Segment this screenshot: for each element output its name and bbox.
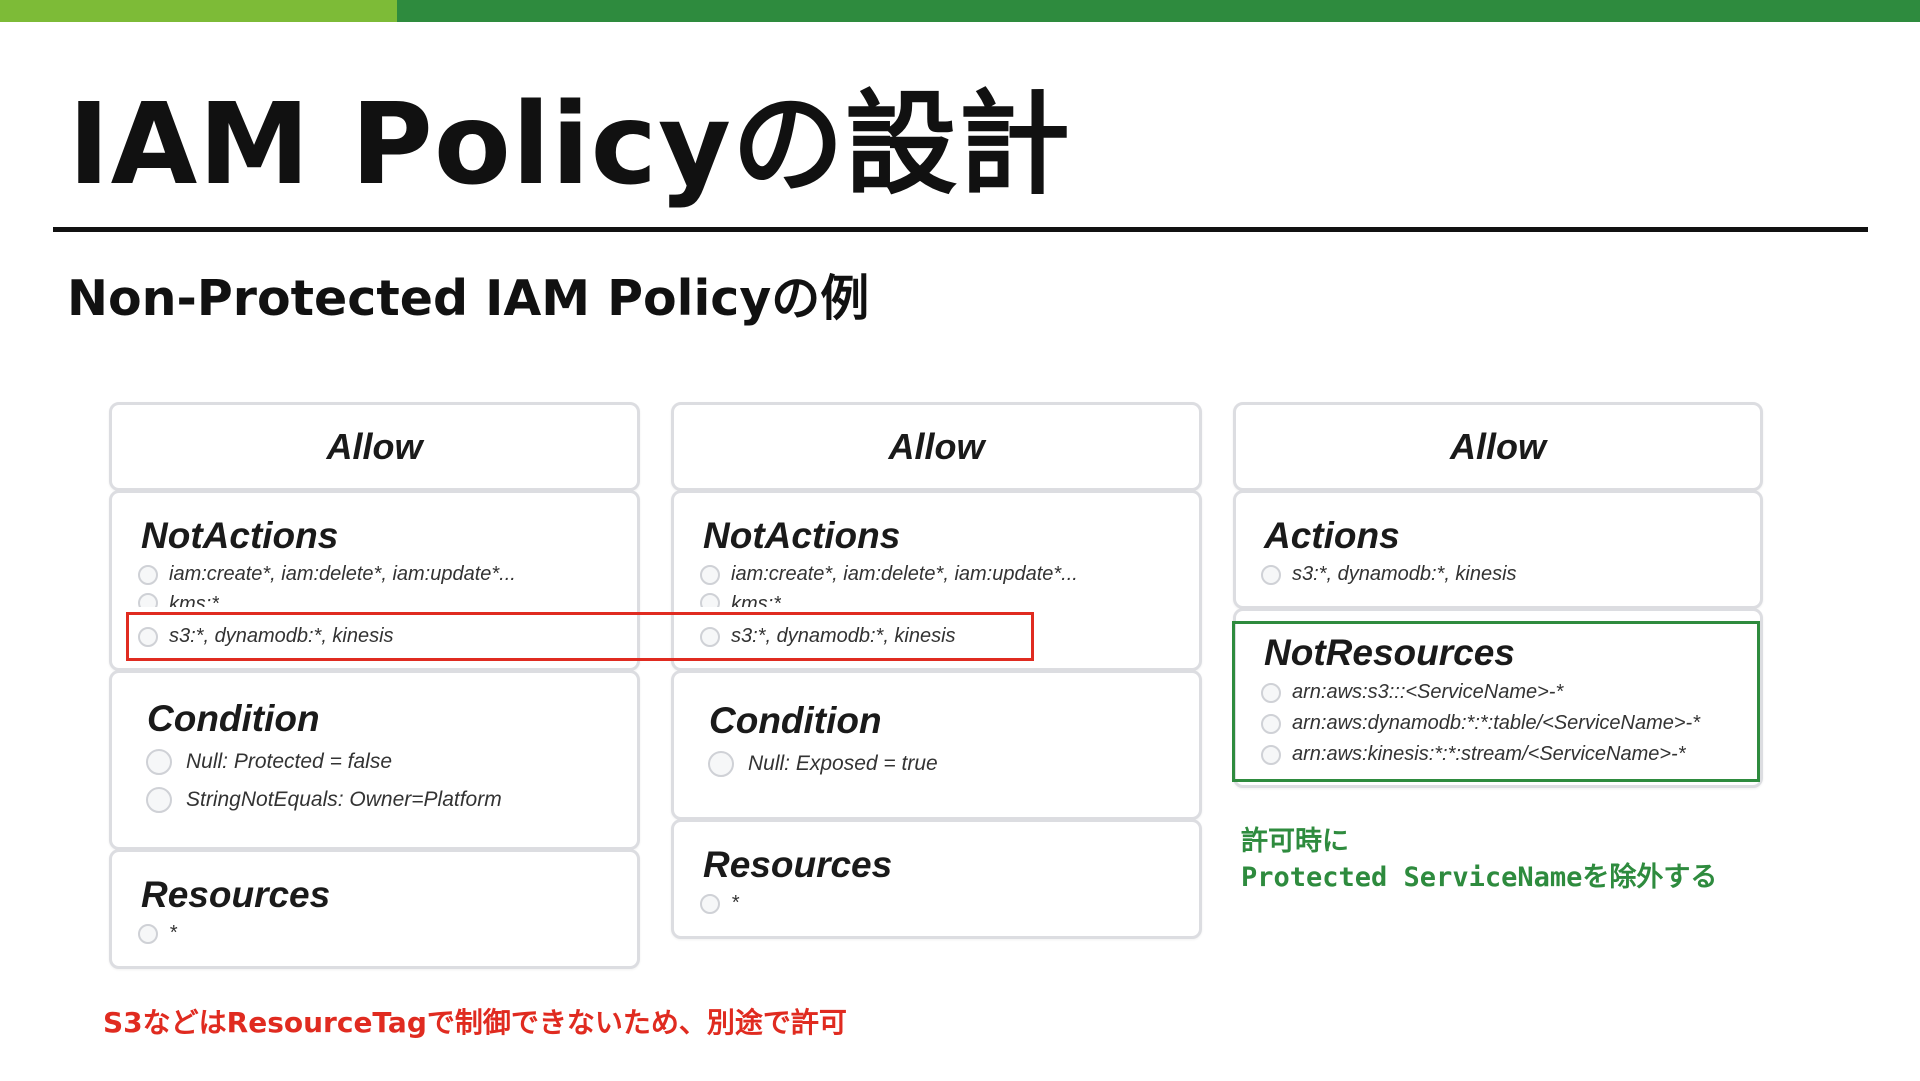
policy1-resource-item: * xyxy=(138,922,177,945)
policy2-action-item: kms:* xyxy=(700,593,781,607)
radio-icon xyxy=(138,564,158,585)
radio-icon xyxy=(700,564,720,585)
policy3-action-item: s3:*, dynamodb:*, kinesis xyxy=(1261,563,1517,586)
radio-icon xyxy=(138,593,158,607)
slide-subtitle: Non-Protected IAM Policyの例 xyxy=(67,270,870,327)
red-highlight-box xyxy=(126,612,1034,661)
slide-title: IAM Policyの設計 xyxy=(68,80,1072,210)
green-annotation-line1: 許可時に xyxy=(1241,826,1349,857)
policy1-action-item: kms:* xyxy=(138,593,219,607)
policy1-actions-title: NotActions xyxy=(141,515,339,556)
policy1-resources-card: Resources * xyxy=(109,849,640,969)
policy1-effect-card: Allow xyxy=(109,402,640,491)
policy2-effect-card: Allow xyxy=(671,402,1202,491)
radio-icon xyxy=(146,787,172,813)
top-accent-bar-light xyxy=(0,0,397,22)
policy1-condition-item: StringNotEquals: Owner=Platform xyxy=(146,787,502,813)
policy3-actions-title: Actions xyxy=(1264,515,1400,556)
green-annotation: 許可時に Protected ServiceNameを除外する xyxy=(1241,824,1717,896)
policy1-effect: Allow xyxy=(326,425,423,467)
policy2-effect: Allow xyxy=(888,425,985,467)
title-divider xyxy=(53,227,1868,232)
green-annotation-line2: Protected ServiceNameを除外する xyxy=(1241,862,1718,893)
policy2-condition-card: Condition Null: Exposed = true xyxy=(671,670,1202,820)
policy2-resources-card: Resources * xyxy=(671,819,1202,939)
policy1-resources-title: Resources xyxy=(141,874,331,915)
policy2-condition-title: Condition xyxy=(709,700,882,741)
green-highlight-box xyxy=(1232,621,1760,782)
radio-icon xyxy=(1261,564,1281,585)
policy2-resource-item: * xyxy=(700,892,739,915)
policy1-condition-title: Condition xyxy=(147,698,320,739)
policy2-resources-title: Resources xyxy=(703,844,893,885)
red-annotation: S3などはResourceTagで制御できないため、別途で許可 xyxy=(103,1006,847,1039)
policy1-condition-card: Condition Null: Protected = false String… xyxy=(109,670,640,850)
policy2-action-item: iam:create*, iam:delete*, iam:update*... xyxy=(700,563,1078,586)
radio-icon xyxy=(138,923,158,944)
policy3-actions-card: Actions s3:*, dynamodb:*, kinesis xyxy=(1233,490,1763,609)
radio-icon xyxy=(708,751,734,777)
radio-icon xyxy=(700,893,720,914)
policy3-effect-card: Allow xyxy=(1233,402,1763,491)
radio-icon xyxy=(146,749,172,775)
radio-icon xyxy=(700,593,720,607)
policy3-effect: Allow xyxy=(1450,425,1546,467)
policy1-action-item: iam:create*, iam:delete*, iam:update*... xyxy=(138,563,516,586)
policy1-condition-item: Null: Protected = false xyxy=(146,749,392,775)
top-accent-bar-dark xyxy=(397,0,1920,22)
policy2-actions-title: NotActions xyxy=(703,515,901,556)
policy2-condition-item: Null: Exposed = true xyxy=(708,751,938,777)
